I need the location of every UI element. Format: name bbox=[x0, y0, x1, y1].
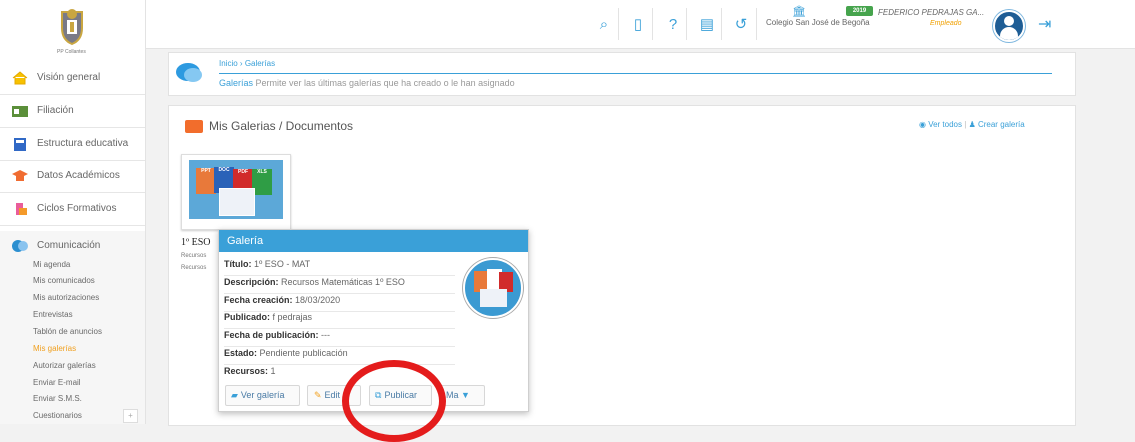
history-icon[interactable]: ↺ bbox=[731, 15, 751, 35]
panel-title: Mis Galerias / Documentos bbox=[209, 119, 354, 133]
field-published: Publicado: f pedrajas bbox=[224, 312, 455, 329]
school-icon: 🏛 bbox=[792, 6, 806, 18]
sidebar-sub-autorizar-galerias[interactable]: Autorizar galerías bbox=[33, 361, 96, 370]
gallery-title[interactable]: 1º ESO bbox=[181, 237, 211, 248]
sidebar-sub-autorizaciones[interactable]: Mis autorizaciones bbox=[33, 293, 99, 302]
logo-area[interactable]: PP Collantes bbox=[0, 0, 146, 60]
sidebar-sub-tablon[interactable]: Tablón de anuncios bbox=[33, 327, 102, 336]
sidebar-sub-entrevistas[interactable]: Entrevistas bbox=[33, 310, 73, 319]
id-card-icon bbox=[11, 103, 29, 119]
year-badge: 2019 bbox=[846, 6, 873, 16]
sidebar-sub-cuestionarios[interactable]: Cuestionarios bbox=[33, 411, 82, 420]
breadcrumb: Inicio › Galerías bbox=[219, 59, 275, 68]
breadcrumb-home[interactable]: Inicio bbox=[219, 59, 238, 68]
panel-links: ◉ Ver todos | ♟ Crear galería bbox=[919, 120, 1025, 129]
more-button[interactable]: Ma ▼ bbox=[440, 385, 485, 406]
field-created-date: Fecha creación: 18/03/2020 bbox=[224, 295, 455, 312]
sidebar-item-comunicacion[interactable]: Comunicación bbox=[0, 231, 145, 262]
documents-image: PPT DOC PDF XLS bbox=[189, 160, 283, 219]
view-gallery-button[interactable]: ▰ Ver galería bbox=[225, 385, 300, 406]
help-icon[interactable]: ? bbox=[663, 15, 683, 35]
folder-icon: ▰ bbox=[231, 390, 238, 400]
page-description: Galerías Permite ver las últimas galería… bbox=[219, 78, 515, 88]
school-name[interactable]: Colegio San José de Begoña bbox=[766, 18, 870, 27]
document-page-icon bbox=[219, 188, 255, 216]
breadcrumb-divider bbox=[219, 73, 1052, 74]
gallery-icon bbox=[185, 120, 203, 133]
sidebar-item-estructura-educativa[interactable]: Estructura educativa bbox=[0, 129, 145, 161]
field-title: Título: 1º ESO - MAT bbox=[224, 259, 455, 276]
sidebar-item-datos-academicos[interactable]: Datos Académicos bbox=[0, 161, 145, 193]
chat-icon bbox=[11, 238, 29, 254]
logout-icon[interactable]: ⇥ bbox=[1038, 14, 1051, 34]
gallery-resource-line: Recursos bbox=[181, 265, 207, 271]
chat-icon bbox=[176, 63, 202, 82]
gallery-resource-line: Recursos bbox=[181, 253, 207, 259]
annotation-circle bbox=[342, 360, 446, 442]
create-gallery-link[interactable]: ♟ Crear galería bbox=[969, 120, 1025, 129]
sidebar-sub-enviar-email[interactable]: Enviar E-mail bbox=[33, 378, 81, 387]
book-icon bbox=[11, 136, 29, 152]
popup-title: Galería bbox=[219, 230, 528, 252]
xls-doc-icon: XLS bbox=[252, 169, 272, 195]
user-role: Empleado bbox=[930, 20, 962, 27]
sidebar-sub-agenda[interactable]: Mi agenda bbox=[33, 260, 70, 269]
home-icon bbox=[11, 70, 29, 86]
logo-text: PP Collantes bbox=[57, 49, 86, 55]
pencil-icon: ✎ bbox=[314, 390, 322, 400]
gallery-preview-image bbox=[463, 258, 523, 318]
gallery-thumbnail[interactable]: PPT DOC PDF XLS bbox=[181, 154, 291, 230]
expand-button[interactable]: + bbox=[123, 409, 138, 423]
avatar[interactable] bbox=[993, 10, 1025, 42]
field-publication-date: Fecha de publicación: --- bbox=[224, 330, 455, 347]
sidebar-sub-comunicados[interactable]: Mis comunicados bbox=[33, 276, 95, 285]
sidebar-sub-enviar-sms[interactable]: Enviar S.M.S. bbox=[33, 394, 82, 403]
breadcrumb-current[interactable]: Galerías bbox=[245, 59, 275, 68]
school-crest-icon bbox=[61, 9, 83, 46]
user-name[interactable]: FEDERICO PEDRAJAS GA... bbox=[878, 8, 984, 17]
field-description: Descripción: Recursos Matemáticas 1º ESO bbox=[224, 277, 455, 294]
graduation-cap-icon bbox=[11, 168, 29, 184]
ppt-doc-icon: PPT bbox=[196, 168, 216, 194]
tablet-icon[interactable]: ▯ bbox=[628, 15, 648, 35]
sidebar-item-filiacion[interactable]: Filiación bbox=[0, 96, 145, 128]
cycle-icon bbox=[11, 201, 29, 217]
breadcrumb-panel: Inicio › Galerías Galerías Permite ver l… bbox=[168, 52, 1076, 96]
chevron-right-icon: › bbox=[239, 59, 243, 68]
document-icon[interactable]: ▤ bbox=[697, 15, 717, 35]
chevron-down-icon: ▼ bbox=[458, 390, 470, 400]
sidebar-item-ciclos-formativos[interactable]: Ciclos Formativos bbox=[0, 194, 145, 226]
sidebar: Visión general Filiación Estructura educ… bbox=[0, 60, 146, 424]
field-status: Estado: Pendiente publicación bbox=[224, 348, 455, 365]
sidebar-item-vision-general[interactable]: Visión general bbox=[0, 63, 145, 95]
search-icon[interactable]: ⌕ bbox=[594, 15, 614, 35]
sidebar-sub-mis-galerias[interactable]: Mis galerías bbox=[33, 344, 76, 353]
page-title: Galerías bbox=[219, 78, 254, 88]
view-all-link[interactable]: ◉ Ver todos bbox=[919, 120, 962, 129]
